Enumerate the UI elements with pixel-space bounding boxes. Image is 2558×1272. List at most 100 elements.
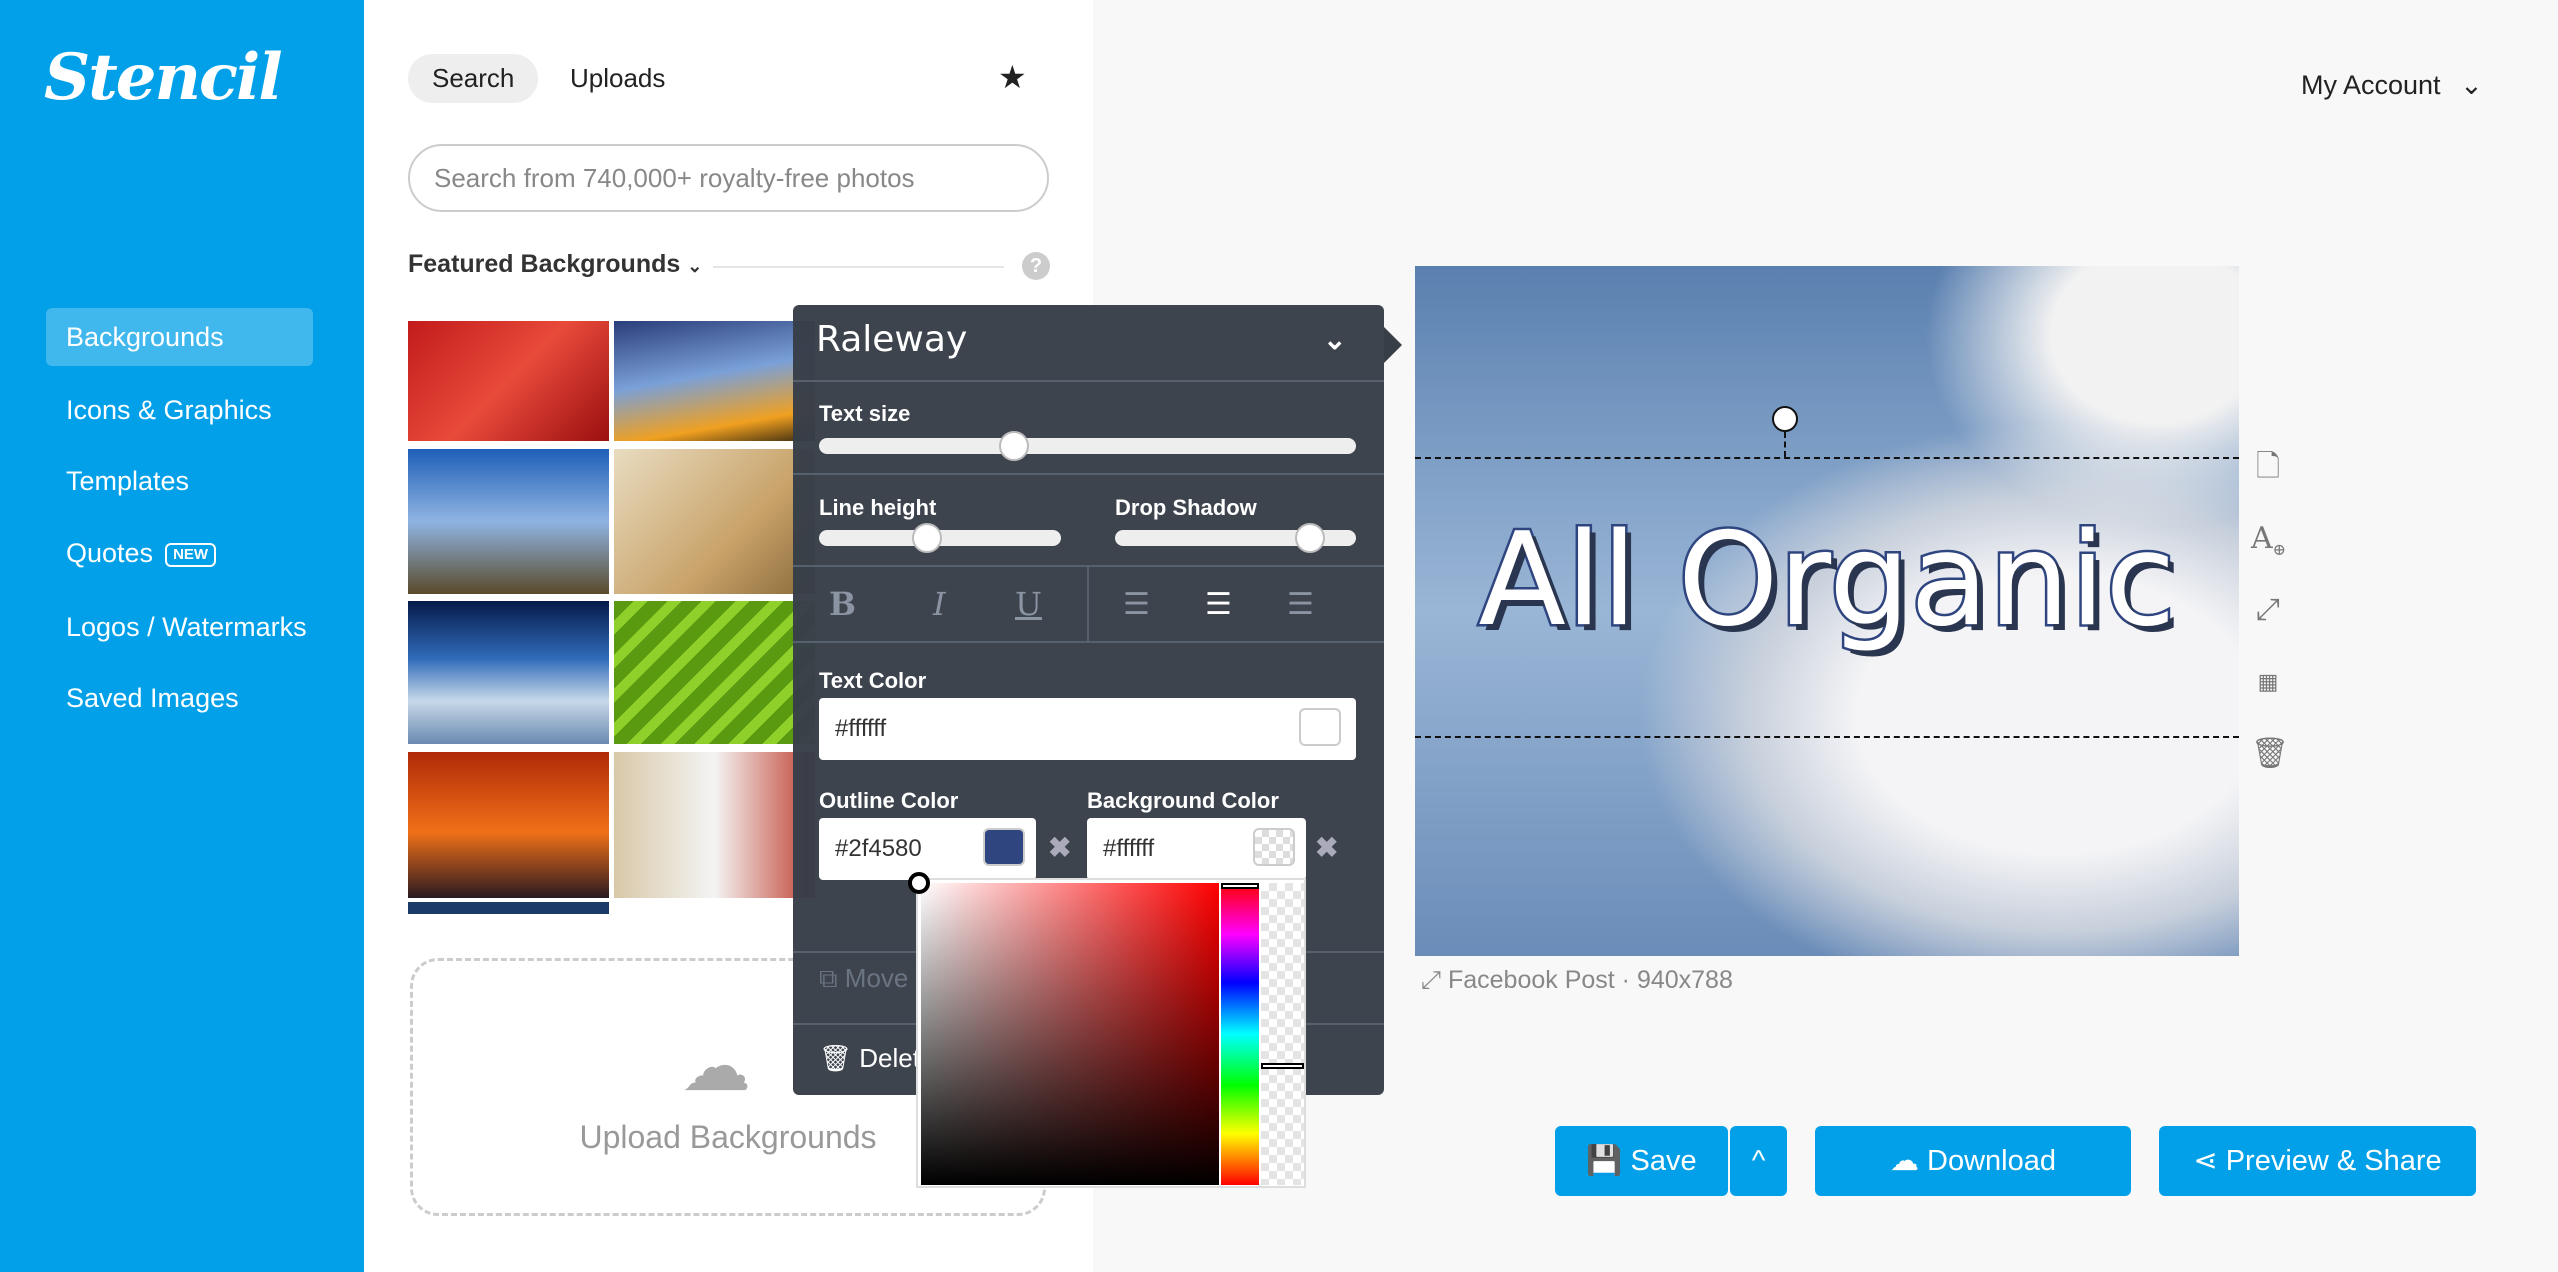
label: Templates [66, 466, 190, 496]
label: Logos / Watermarks [66, 612, 307, 642]
sidebar-item-saved-images[interactable]: Saved Images [46, 669, 313, 727]
divider [1087, 565, 1089, 641]
save-options-button[interactable]: ^ [1730, 1126, 1787, 1196]
rotate-handle-line [1784, 432, 1786, 457]
align-right-icon[interactable]: ☰ [1287, 587, 1314, 622]
align-left-icon[interactable]: ☰ [1123, 587, 1150, 622]
sidebar-item-quotes[interactable]: Quotes NEW [46, 524, 313, 582]
canvas-text[interactable]: All Organic [1415, 504, 2239, 658]
divider [793, 380, 1384, 382]
text-box-top-border [1415, 457, 2239, 459]
text-box-bottom-border [1415, 736, 2239, 738]
canvas-size-button[interactable]: ⤢ Facebook Post · 940x788 [1421, 966, 1733, 995]
rotate-handle[interactable] [1772, 406, 1798, 432]
cloud-download-icon: ☁ [1889, 1145, 1919, 1177]
chevron-up-icon: ^ [1751, 1145, 1766, 1177]
sidebar-item-logos-watermarks[interactable]: Logos / Watermarks [46, 598, 313, 656]
sidebar: Stencil Backgrounds Icons & Graphics Tem… [0, 0, 364, 1272]
download-button[interactable]: ☁ Download [1815, 1126, 2131, 1196]
share-label: Preview & Share [2225, 1145, 2442, 1177]
new-page-icon[interactable]: 🗋 [2251, 450, 2285, 484]
design-canvas[interactable]: All Organic [1415, 266, 2239, 956]
label: Backgrounds [66, 322, 224, 352]
line-height-label: Line height [819, 495, 937, 520]
my-account-menu[interactable]: My Account ⌄ [2301, 70, 2483, 101]
slider-thumb[interactable] [912, 523, 942, 553]
slider-thumb[interactable] [999, 431, 1029, 461]
chevron-down-icon[interactable]: ⌄ [1323, 323, 1346, 356]
featured-backgrounds-dropdown[interactable]: Featured Backgrounds ⌄ [408, 250, 702, 279]
slider-thumb[interactable] [1295, 523, 1325, 553]
background-color-label: Background Color [1087, 788, 1279, 813]
sidebar-item-backgrounds[interactable]: Backgrounds [46, 308, 313, 366]
line-height-slider[interactable] [819, 523, 1061, 553]
cloud-upload-icon: ☁ [681, 1027, 751, 1105]
align-center-icon[interactable]: ☰ [1205, 587, 1232, 622]
trash-icon[interactable]: 🗑 [2251, 737, 2289, 771]
italic-button[interactable]: I [933, 585, 946, 623]
tab-search[interactable]: Search [408, 54, 539, 103]
grid-icon[interactable]: ▦ [2251, 665, 2285, 699]
color-cursor[interactable] [908, 872, 930, 894]
move-label: Move [844, 963, 909, 993]
logo[interactable]: Stencil [44, 40, 283, 115]
drop-shadow-slider[interactable] [1115, 523, 1356, 553]
divider [793, 641, 1384, 643]
thumbnail-lion-cub[interactable] [614, 449, 815, 594]
thumbnail-orange-sky[interactable] [408, 752, 609, 898]
move-button[interactable]: ⧉ Move [819, 963, 908, 995]
star-icon[interactable]: ★ [998, 58, 1027, 96]
clear-outline-icon[interactable]: ✖ [1048, 831, 1071, 864]
saturation-area[interactable] [921, 883, 1219, 1185]
label: Icons & Graphics [66, 395, 272, 425]
download-label: Download [1927, 1145, 2057, 1177]
text-size-label: Text size [819, 401, 911, 426]
thumbnail-seagull[interactable] [614, 752, 815, 898]
new-badge: NEW [165, 542, 217, 567]
label: Quotes [66, 538, 154, 568]
account-label: My Account [2301, 70, 2441, 100]
value: #2f4580 [835, 835, 922, 862]
thumbnail-earth[interactable] [408, 601, 609, 744]
clear-background-icon[interactable]: ✖ [1315, 831, 1338, 864]
color-picker [908, 872, 1306, 1188]
thumbnail[interactable] [408, 902, 609, 914]
sidebar-item-templates[interactable]: Templates [46, 452, 313, 510]
thumbnail-strawberries[interactable] [408, 321, 609, 441]
background-color-swatch[interactable] [1253, 828, 1295, 866]
canvas-size-label: Facebook Post · 940x788 [1447, 966, 1733, 994]
value: #ffffff [1103, 835, 1155, 862]
preview-share-button[interactable]: ⋖ Preview & Share [2159, 1126, 2476, 1196]
text-color-swatch[interactable] [1299, 708, 1341, 746]
help-icon[interactable]: ? [1022, 252, 1050, 280]
thumbnail-leaf[interactable] [614, 601, 815, 744]
resize-icon[interactable]: ⤢ [2251, 593, 2285, 627]
tab-uploads[interactable]: Uploads [546, 54, 689, 103]
add-text-icon[interactable]: A⊕ [2251, 522, 2286, 560]
divider [713, 266, 1004, 268]
font-selector[interactable]: Raleway [816, 319, 967, 360]
save-label: Save [1630, 1145, 1697, 1177]
sidebar-item-icons-graphics[interactable]: Icons & Graphics [46, 381, 313, 439]
floppy-icon: 💾 [1586, 1145, 1623, 1177]
thumbnail-grass[interactable] [408, 449, 609, 594]
outline-color-swatch[interactable] [983, 828, 1025, 866]
text-color-label: Text Color [819, 668, 927, 693]
hue-slider[interactable] [1221, 883, 1259, 1185]
share-icon: ⋖ [2193, 1145, 2218, 1177]
bold-button[interactable]: B [829, 585, 856, 623]
background-color-input[interactable]: #ffffff [1087, 818, 1306, 880]
divider [793, 473, 1384, 475]
save-button[interactable]: 💾 Save [1555, 1126, 1728, 1196]
underline-button[interactable]: U [1015, 585, 1042, 623]
value: #ffffff [835, 715, 887, 742]
hue-handle[interactable] [1221, 883, 1259, 889]
outline-color-input[interactable]: #2f4580 [819, 818, 1036, 880]
alpha-slider[interactable] [1261, 883, 1304, 1185]
section-title: Featured Backgrounds [408, 250, 681, 278]
text-size-slider[interactable] [819, 431, 1356, 461]
thumbnail-sunset-sky[interactable] [614, 321, 815, 441]
alpha-handle[interactable] [1261, 1063, 1304, 1069]
text-color-input[interactable]: #ffffff [819, 698, 1356, 760]
search-input[interactable]: Search from 740,000+ royalty-free photos [408, 144, 1049, 212]
